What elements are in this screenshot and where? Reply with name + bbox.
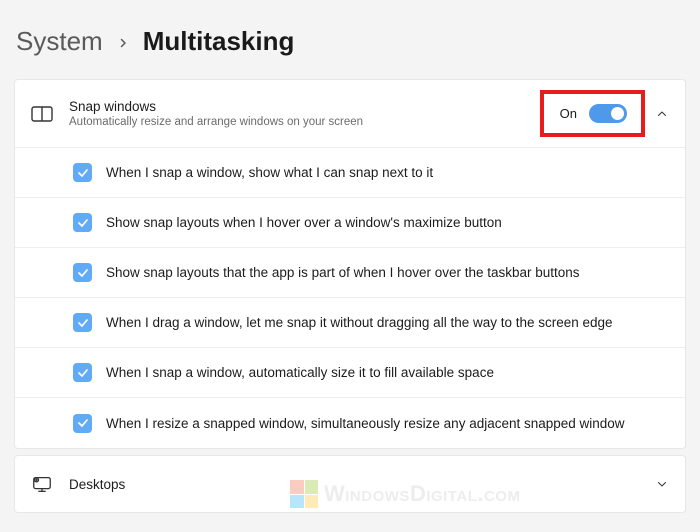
snap-option-label: When I resize a snapped window, simultan… — [106, 416, 625, 431]
desktops-title: Desktops — [69, 477, 639, 492]
snap-option-row[interactable]: Show snap layouts when I hover over a wi… — [15, 198, 685, 248]
highlight-annotation: On — [540, 90, 645, 137]
snap-toggle-label: On — [560, 106, 577, 121]
snap-windows-subtitle: Automatically resize and arrange windows… — [69, 116, 524, 128]
snap-option-label: When I snap a window, automatically size… — [106, 365, 494, 380]
breadcrumb-current: Multitasking — [143, 26, 295, 57]
snap-option-row[interactable]: Show snap layouts that the app is part o… — [15, 248, 685, 298]
snap-option-label: When I snap a window, show what I can sn… — [106, 165, 433, 180]
checkbox[interactable] — [73, 163, 92, 182]
snap-option-label: Show snap layouts that the app is part o… — [106, 265, 580, 280]
snap-windows-header[interactable]: Snap windows Automatically resize and ar… — [15, 80, 685, 147]
snap-windows-title: Snap windows — [69, 99, 524, 114]
snap-windows-icon — [31, 103, 53, 125]
breadcrumb-parent[interactable]: System — [16, 26, 103, 57]
snap-options-list: When I snap a window, show what I can sn… — [15, 147, 685, 448]
desktops-header[interactable]: Desktops — [15, 456, 685, 512]
snap-option-row[interactable]: When I snap a window, automatically size… — [15, 348, 685, 398]
desktops-section: Desktops — [14, 455, 686, 513]
snap-option-row[interactable]: When I drag a window, let me snap it wit… — [15, 298, 685, 348]
snap-windows-section: Snap windows Automatically resize and ar… — [14, 79, 686, 449]
snap-option-row[interactable]: When I resize a snapped window, simultan… — [15, 398, 685, 448]
breadcrumb: System Multitasking — [14, 26, 686, 57]
checkbox[interactable] — [73, 313, 92, 332]
snap-option-label: When I drag a window, let me snap it wit… — [106, 315, 613, 330]
checkbox[interactable] — [73, 363, 92, 382]
desktops-icon — [31, 473, 53, 495]
chevron-up-icon[interactable] — [655, 107, 669, 121]
snap-toggle[interactable] — [589, 104, 627, 123]
checkbox[interactable] — [73, 414, 92, 433]
chevron-right-icon — [117, 32, 129, 55]
checkbox[interactable] — [73, 213, 92, 232]
snap-option-row[interactable]: When I snap a window, show what I can sn… — [15, 148, 685, 198]
snap-option-label: Show snap layouts when I hover over a wi… — [106, 215, 502, 230]
checkbox[interactable] — [73, 263, 92, 282]
chevron-down-icon[interactable] — [655, 477, 669, 491]
